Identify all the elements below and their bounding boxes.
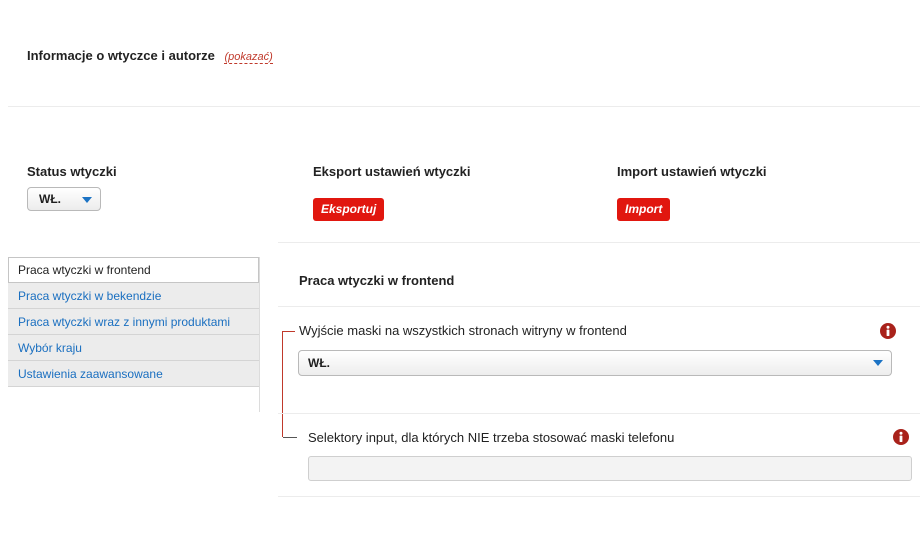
divider xyxy=(278,306,920,307)
status-select-value: WŁ. xyxy=(39,192,61,206)
mask-output-label: Wyjście maski na wszystkich stronach wit… xyxy=(299,323,627,338)
sidebar-item-label: Praca wtyczki w frontend xyxy=(18,263,151,277)
chevron-down-icon xyxy=(873,360,883,366)
divider xyxy=(278,242,920,243)
divider xyxy=(278,413,920,414)
sidebar-item-advanced[interactable]: Ustawienia zaawansowane xyxy=(8,361,259,387)
status-select[interactable]: WŁ. xyxy=(27,187,101,211)
field-group-bracket-end xyxy=(283,437,297,439)
sidebar-item-label: Ustawienia zaawansowane xyxy=(18,367,163,381)
sidebar-item-backend[interactable]: Praca wtyczki w bekendzie xyxy=(8,283,259,309)
mask-output-select-value: WŁ. xyxy=(308,356,330,370)
sidebar-item-country[interactable]: Wybór kraju xyxy=(8,335,259,361)
field-group-bracket xyxy=(282,331,295,437)
excluded-selectors-label: Selektory input, dla których NIE trzeba … xyxy=(308,430,675,445)
sidebar-item-label: Wybór kraju xyxy=(18,341,82,355)
sidebar-item-label: Praca wtyczki w bekendzie xyxy=(18,289,162,303)
plugin-info-toggle-link[interactable]: (pokazać) xyxy=(224,51,273,64)
mask-output-select[interactable]: WŁ. xyxy=(298,350,892,376)
plugin-info-heading: Informacje o wtyczce i autorze (pokazać) xyxy=(27,48,273,64)
sidebar-item-label: Praca wtyczki wraz z innymi produktami xyxy=(18,315,231,329)
export-button[interactable]: Eksportuj xyxy=(313,198,385,221)
export-label: Eksport ustawień wtyczki xyxy=(313,164,471,179)
import-label: Import ustawień wtyczki xyxy=(617,164,767,179)
settings-sidebar: Praca wtyczki w frontend Praca wtyczki w… xyxy=(8,257,259,387)
divider xyxy=(278,496,920,497)
sidebar-border xyxy=(259,257,260,412)
status-label: Status wtyczki xyxy=(27,164,117,179)
sidebar-item-frontend[interactable]: Praca wtyczki w frontend xyxy=(8,257,259,283)
sidebar-item-other-products[interactable]: Praca wtyczki wraz z innymi produktami xyxy=(8,309,259,335)
import-button[interactable]: Import xyxy=(617,198,671,221)
info-icon[interactable] xyxy=(880,323,896,339)
excluded-selectors-input[interactable] xyxy=(308,456,912,481)
chevron-down-icon xyxy=(82,197,92,203)
info-icon[interactable] xyxy=(893,429,909,445)
panel-title: Praca wtyczki w frontend xyxy=(299,273,455,288)
plugin-info-title: Informacje o wtyczce i autorze xyxy=(27,48,215,63)
plugin-settings-page: Informacje o wtyczce i autorze (pokazać)… xyxy=(0,0,920,538)
divider xyxy=(8,106,920,107)
